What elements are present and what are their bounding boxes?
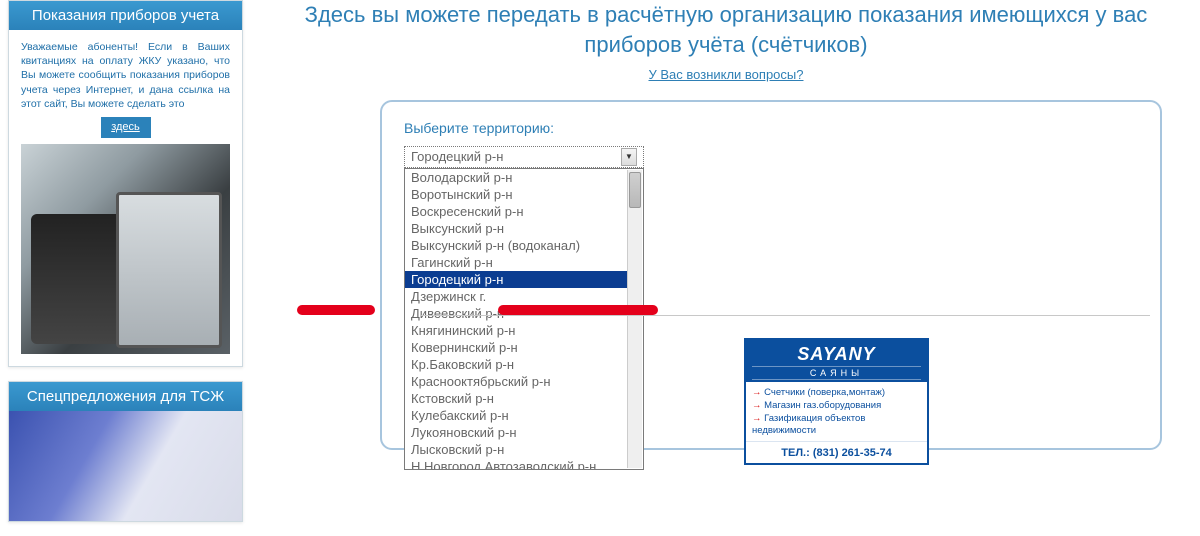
widget-title: Спецпредложения для ТСЖ bbox=[9, 382, 242, 411]
special-offers-image bbox=[9, 411, 242, 521]
territory-dropdown: Володарский р-нВоротынский р-нВоскресенс… bbox=[404, 168, 644, 470]
chevron-down-icon[interactable]: ▼ bbox=[621, 148, 637, 166]
dropdown-option[interactable]: Кстовский р-н bbox=[405, 390, 627, 407]
dropdown-list: Володарский р-нВоротынский р-нВоскресенс… bbox=[405, 169, 643, 469]
dropdown-option[interactable]: Выксунский р-н (водоканал) bbox=[405, 237, 627, 254]
dropdown-option[interactable]: Кулебакский р-н bbox=[405, 407, 627, 424]
dropdown-option[interactable]: Ковернинский р-н bbox=[405, 339, 627, 356]
dropdown-option[interactable]: Выксунский р-н bbox=[405, 220, 627, 237]
dropdown-option[interactable]: Воротынский р-н bbox=[405, 186, 627, 203]
dropdown-option[interactable]: Дзержинск г. bbox=[405, 288, 627, 305]
territory-select[interactable]: Городецкий р-н ▼ Володарский р-нВоротынс… bbox=[404, 146, 644, 168]
ad-phone: ТЕЛ.: (831) 261-35-74 bbox=[746, 441, 927, 463]
dropdown-option[interactable]: Лукояновский р-н bbox=[405, 424, 627, 441]
divider bbox=[420, 315, 1150, 316]
dropdown-option[interactable]: Княгининский р-н bbox=[405, 322, 627, 339]
special-offers-widget: Спецпредложения для ТСЖ bbox=[8, 381, 243, 522]
ad-line: Счетчики (поверка,монтаж) bbox=[752, 387, 921, 400]
meter-image bbox=[21, 144, 230, 354]
ad-line: недвижимости bbox=[752, 425, 921, 438]
widget-body: Уважаемые абоненты! Если в Ваших квитанц… bbox=[9, 30, 242, 366]
ad-sublogo: САЯНЫ bbox=[752, 366, 921, 380]
dropdown-option[interactable]: Кр.Баковский р-н bbox=[405, 356, 627, 373]
widget-text: Уважаемые абоненты! Если в Ваших квитанц… bbox=[21, 41, 230, 110]
selected-value: Городецкий р-н bbox=[411, 147, 503, 167]
dropdown-option[interactable]: Гагинский р-н bbox=[405, 254, 627, 271]
dropdown-option[interactable]: Городецкий р-н bbox=[405, 271, 627, 288]
ad-line: Газификация объектов bbox=[752, 413, 921, 426]
annotation-mark-left bbox=[297, 305, 375, 315]
dropdown-option[interactable]: Лысковский р-н bbox=[405, 441, 627, 458]
widget-title: Показания приборов учета bbox=[9, 1, 242, 30]
dropdown-option[interactable]: Н.Новгород Автозаводский р-н bbox=[405, 458, 627, 469]
scrollbar-thumb[interactable] bbox=[629, 172, 641, 208]
annotation-mark-right bbox=[498, 305, 658, 315]
meter-readings-widget: Показания приборов учета Уважаемые абоне… bbox=[8, 0, 243, 367]
main-content: Здесь вы можете передать в расчётную орг… bbox=[260, 0, 1192, 450]
ad-services-list: Счетчики (поверка,монтаж)Магазин газ.обо… bbox=[746, 382, 927, 441]
dropdown-option[interactable]: Воскресенский р-н bbox=[405, 203, 627, 220]
ad-header: SAYANY САЯНЫ bbox=[746, 340, 927, 382]
dropdown-option[interactable]: Краснооктябрьский р-н bbox=[405, 373, 627, 390]
sidebar: Показания приборов учета Уважаемые абоне… bbox=[8, 0, 243, 536]
ad-banner[interactable]: SAYANY САЯНЫ Счетчики (поверка,монтаж)Ма… bbox=[744, 338, 929, 465]
scrollbar[interactable] bbox=[627, 170, 642, 468]
select-label: Выберите территорию: bbox=[404, 120, 1138, 136]
here-link[interactable]: здесь bbox=[101, 117, 151, 138]
questions-link[interactable]: У Вас возникли вопросы? bbox=[260, 67, 1192, 82]
dropdown-option[interactable]: Володарский р-н bbox=[405, 169, 627, 186]
select-display[interactable]: Городецкий р-н ▼ bbox=[404, 146, 644, 168]
ad-line: Магазин газ.оборудования bbox=[752, 400, 921, 413]
page-title: Здесь вы можете передать в расчётную орг… bbox=[260, 0, 1192, 67]
ad-logo: SAYANY bbox=[746, 344, 927, 365]
